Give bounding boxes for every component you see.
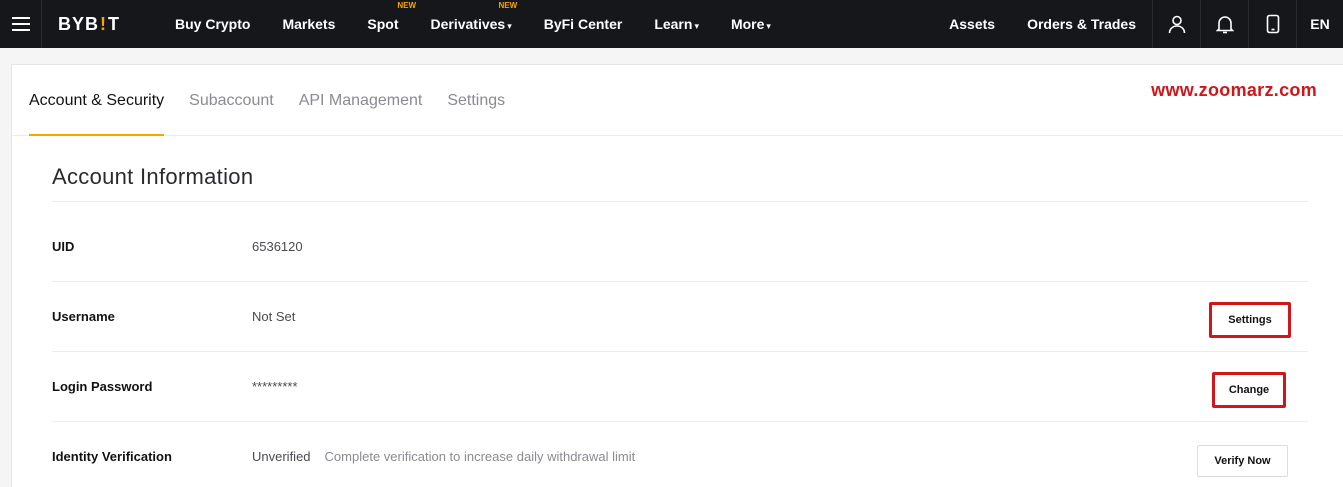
identity-verification-row: Identity Verification Unverified Complet… bbox=[52, 422, 1308, 487]
verify-now-button[interactable]: Verify Now bbox=[1197, 445, 1288, 477]
tab-settings[interactable]: Settings bbox=[447, 64, 505, 135]
uid-label: UID bbox=[52, 239, 75, 254]
verification-hint: Complete verification to increase daily … bbox=[324, 449, 636, 464]
nav-spot[interactable]: Spot NEW bbox=[367, 1, 416, 32]
username-value: Not Set bbox=[252, 309, 296, 324]
top-nav-bar: BYB! T Buy Crypto Markets Spot NEW Derivat… bbox=[0, 0, 1343, 48]
new-badge: NEW bbox=[498, 1, 518, 10]
username-row: Username Not Set Settings bbox=[52, 282, 1308, 352]
uid-row: UID 6536120 bbox=[52, 212, 1308, 282]
uid-value: 6536120 bbox=[252, 239, 303, 254]
nav-more[interactable]: More ▾ bbox=[731, 16, 771, 32]
login-password-label: Login Password bbox=[52, 379, 153, 394]
nav-derivatives[interactable]: Derivatives ▾ NEW bbox=[430, 1, 517, 32]
tab-api-management[interactable]: API Management bbox=[299, 64, 423, 135]
bell-icon[interactable] bbox=[1200, 0, 1248, 48]
divider bbox=[52, 201, 1308, 202]
bybit-logo[interactable]: BYB! T bbox=[58, 14, 144, 35]
tab-account-security[interactable]: Account & Security bbox=[29, 64, 165, 136]
nav-right: Assets Orders & Trades EN bbox=[949, 0, 1343, 48]
identity-verification-label: Identity Verification bbox=[52, 449, 172, 464]
nav-byfi-center[interactable]: ByFi Center bbox=[544, 16, 623, 32]
page-title: Account Information bbox=[52, 164, 254, 189]
chevron-down-icon: ▾ bbox=[507, 21, 512, 31]
new-badge: NEW bbox=[397, 1, 417, 10]
watermark: www.zoomarz.com bbox=[1151, 80, 1317, 100]
chevron-down-icon: ▾ bbox=[694, 21, 699, 31]
login-password-value: ********* bbox=[252, 379, 298, 394]
user-icon[interactable] bbox=[1152, 0, 1200, 48]
nav-markets[interactable]: Markets bbox=[282, 16, 335, 32]
account-tabs: Account & Security Subaccount API Manage… bbox=[12, 65, 1343, 136]
nav-orders-trades[interactable]: Orders & Trades bbox=[1027, 16, 1136, 32]
phone-icon[interactable] bbox=[1248, 0, 1296, 48]
nav-buy-crypto[interactable]: Buy Crypto bbox=[175, 16, 250, 32]
nav-assets[interactable]: Assets bbox=[949, 16, 995, 32]
username-settings-button[interactable]: Settings bbox=[1209, 302, 1291, 338]
username-label: Username bbox=[52, 309, 115, 324]
account-card: Account & Security Subaccount API Manage… bbox=[11, 64, 1343, 487]
verification-status: Unverified bbox=[252, 449, 311, 464]
menu-icon[interactable] bbox=[0, 0, 42, 48]
nav-learn[interactable]: Learn ▾ bbox=[654, 16, 699, 32]
language-selector[interactable]: EN bbox=[1296, 0, 1343, 48]
tab-subaccount[interactable]: Subaccount bbox=[189, 64, 274, 135]
login-password-row: Login Password ********* Change bbox=[52, 352, 1308, 422]
chevron-down-icon: ▾ bbox=[766, 21, 771, 31]
main-nav: Buy Crypto Markets Spot NEW Derivatives ▾ N… bbox=[159, 0, 771, 48]
change-password-button[interactable]: Change bbox=[1212, 372, 1286, 408]
